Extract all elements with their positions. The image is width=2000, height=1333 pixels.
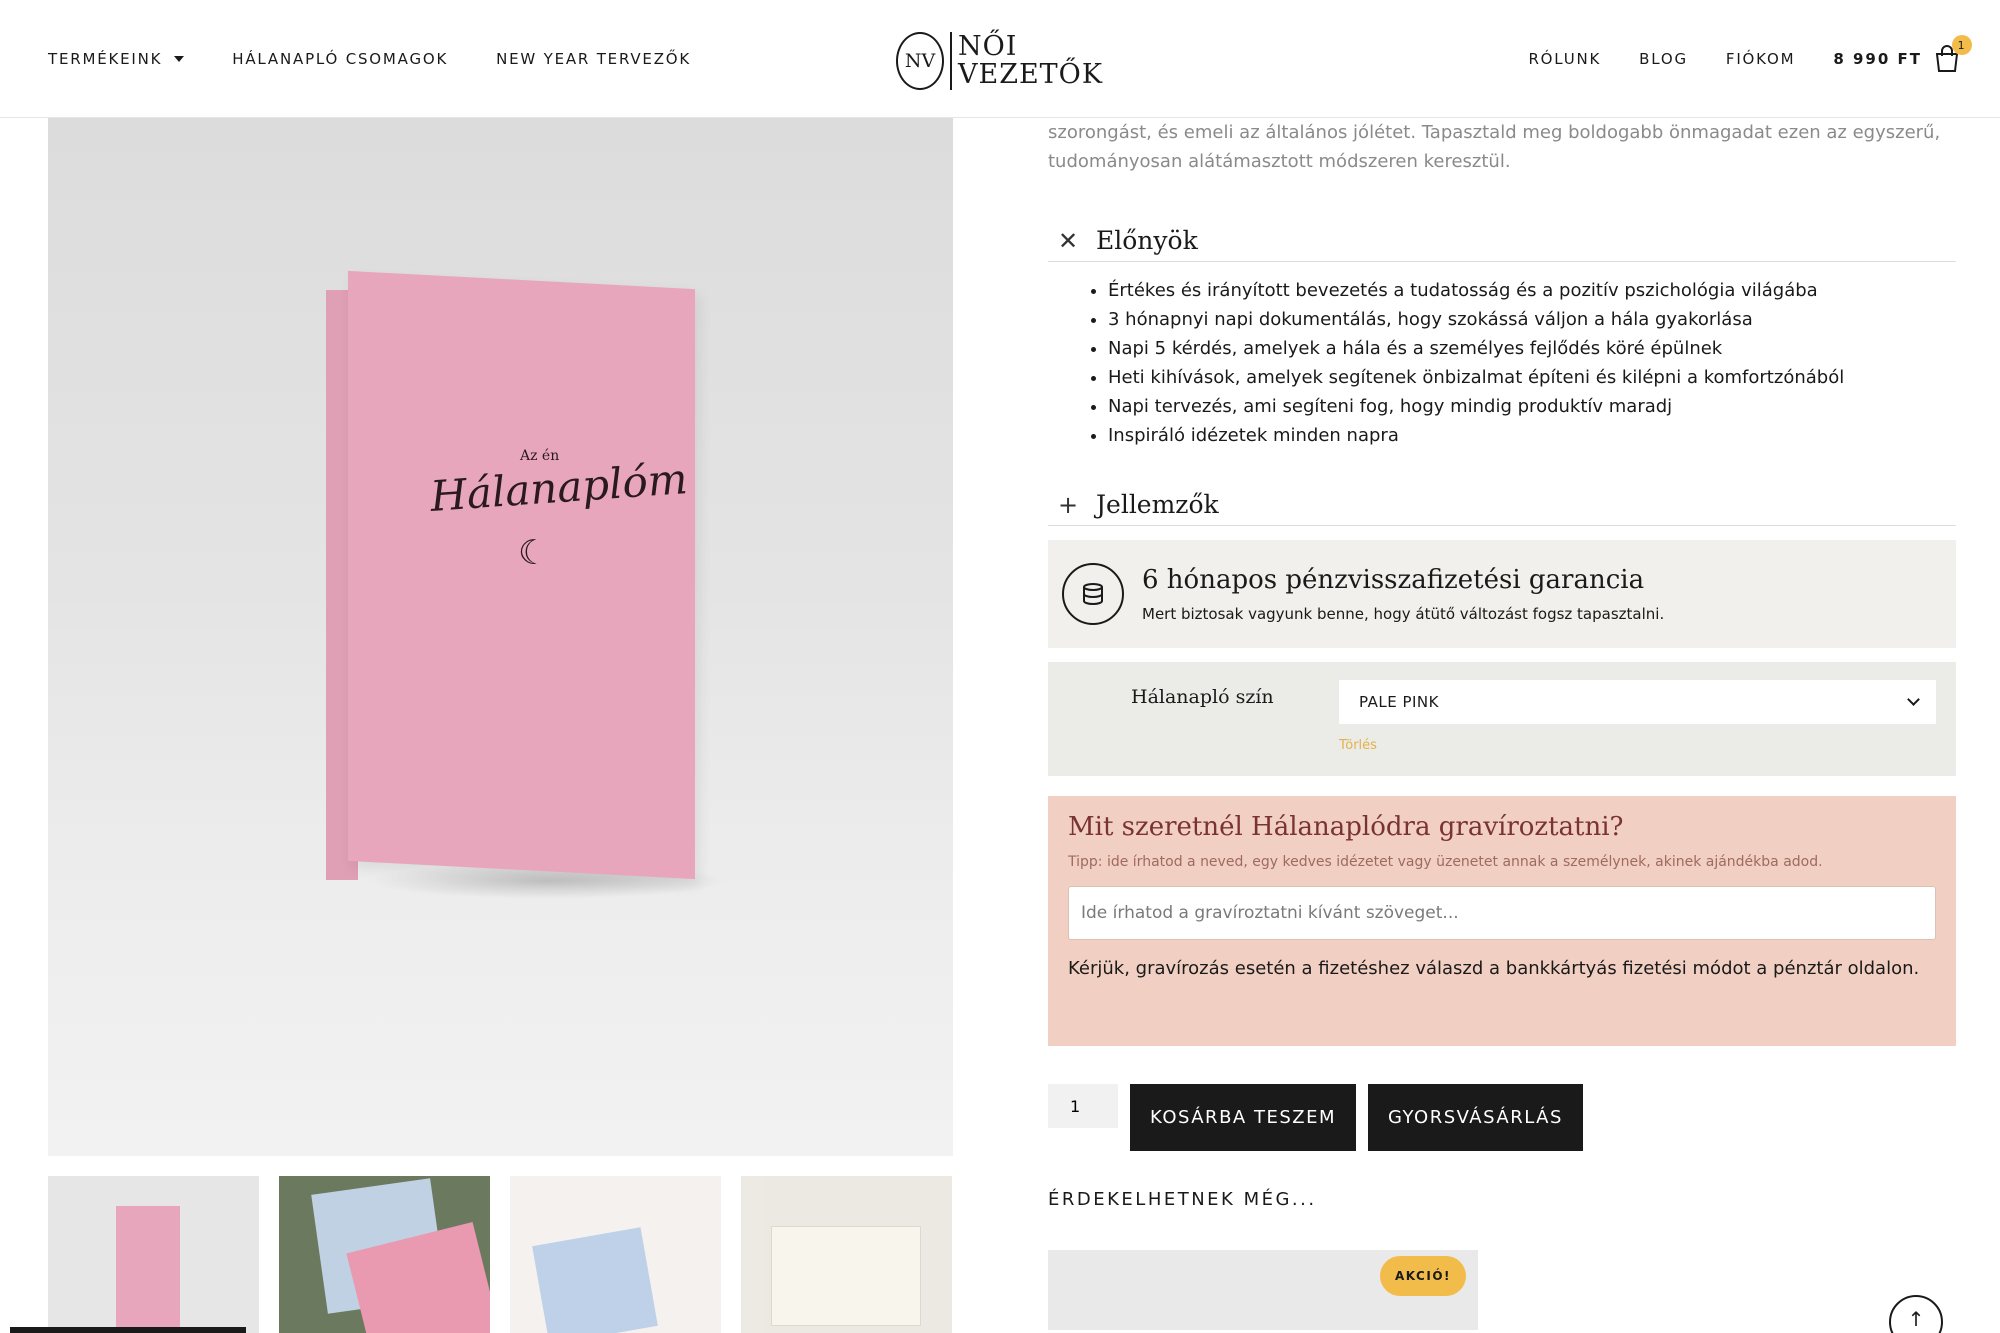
site-header: TERMÉKEINK HÁLANAPLÓ CSOMAGOK NEW YEAR T… [0,0,2000,118]
nav-item-label: HÁLANAPLÓ CSOMAGOK [232,50,449,68]
thumbnail-book [771,1226,921,1326]
logo-monogram: NV [896,32,944,90]
add-to-cart-button[interactable]: KOSÁRBA TESZEM [1130,1084,1356,1151]
book-cover-small-text: Az én [520,448,560,464]
gallery-progress-bar [10,1327,246,1333]
main-nav-right: RÓLUNK BLOG FIÓKOM 8 990 FT 1 [1528,0,1972,118]
product-main-image[interactable]: Az én Hálanaplóm ☾ [48,118,953,1156]
list-item: Inspiráló idézetek minden napra [1108,421,1956,450]
nav-item-bundles[interactable]: HÁLANAPLÓ CSOMAGOK [232,50,448,68]
accordion-benefits[interactable]: ✕ Előnyök [1048,220,1956,262]
nav-item-label: RÓLUNK [1528,50,1602,68]
nav-item-blog[interactable]: BLOG [1639,50,1688,68]
cart-count-badge: 1 [1952,35,1972,55]
chevron-down-icon [1907,693,1920,706]
accordion-title: Előnyök [1096,226,1198,255]
related-products-heading: ÉRDEKELHETNEK MÉG... [1048,1189,1317,1210]
sale-badge: AKCIÓ! [1380,1256,1466,1296]
thumbnail-2[interactable] [279,1176,490,1333]
shopping-bag-icon: 1 [1934,35,1972,73]
color-select[interactable]: PALE PINK [1339,680,1936,724]
list-item: Értékes és irányított bevezetés a tudato… [1108,276,1956,305]
engraving-input[interactable] [1068,886,1936,940]
caret-down-icon [174,56,185,62]
nav-item-label: TERMÉKEINK [48,50,163,68]
list-item: Napi tervezés, ami segíteni fog, hogy mi… [1108,392,1956,421]
logo-wordmark: NŐI VEZETŐK [958,33,1103,89]
cart-total: 8 990 FT [1833,50,1922,68]
logo-line-2: VEZETŐK [958,59,1103,90]
product-details: szorongást, és emeli az általános jóléte… [1048,118,1956,1330]
logo-divider [950,32,952,90]
guarantee-text: 6 hónapos pénzvisszafizetési garancia Me… [1142,565,1664,623]
close-icon: ✕ [1058,226,1079,255]
engraving-box: Mit szeretnél Hálanaplódra gravíroztatni… [1048,796,1956,1046]
moon-icon: ☾ [518,533,549,573]
nav-item-label: NEW YEAR TERVEZŐK [496,50,692,68]
nav-item-account[interactable]: FIÓKOM [1726,50,1795,68]
quantity-input[interactable] [1048,1084,1118,1128]
thumbnail-1[interactable] [48,1176,259,1333]
guarantee-subtitle: Mert biztosak vagyunk benne, hogy átütő … [1142,605,1665,623]
color-select-value: PALE PINK [1359,693,1439,711]
quick-buy-button[interactable]: GYORSVÁSÁRLÁS [1367,1084,1583,1151]
list-item: Heti kihívások, amelyek segítenek önbiza… [1108,363,1956,392]
cart-button[interactable]: 8 990 FT 1 [1833,35,1972,73]
engraving-note: Kérjük, gravírozás esetén a fizetéshez v… [1068,958,1920,979]
benefits-list: Értékes és irányított bevezetés a tudato… [1048,276,1956,450]
list-item: 3 hónapnyi napi dokumentálás, hogy szoká… [1108,305,1956,334]
variant-label: Hálanapló szín [1131,686,1274,708]
coin-return-icon [1062,563,1124,625]
guarantee-title: 6 hónapos pénzvisszafizetési garancia [1142,565,1645,595]
variant-selector: Hálanapló szín PALE PINK Törlés [1048,662,1956,776]
plus-icon: + [1058,490,1079,519]
arrow-up-icon: ↑ [1907,1307,1925,1331]
thumbnail-3[interactable] [510,1176,721,1333]
related-product-card[interactable]: AKCIÓ! [1048,1250,1478,1330]
list-item: Napi 5 kérdés, amelyek a hála és a szemé… [1108,334,1956,363]
site-logo[interactable]: NV NŐI VEZETŐK [896,30,1106,92]
nav-item-label: FIÓKOM [1725,50,1796,68]
nav-item-products[interactable]: TERMÉKEINK [48,50,185,68]
main-nav-left: TERMÉKEINK HÁLANAPLÓ CSOMAGOK NEW YEAR T… [48,0,691,118]
logo-line-1: NŐI [958,31,1018,62]
accordion-title: Jellemzők [1096,490,1219,519]
engraving-title: Mit szeretnél Hálanaplódra gravíroztatni… [1068,812,1624,842]
nav-item-new-year-planners[interactable]: NEW YEAR TERVEZŐK [496,50,691,68]
guarantee-box: 6 hónapos pénzvisszafizetési garancia Me… [1048,540,1956,648]
thumbnail-book [532,1227,658,1333]
engraving-tip: Tipp: ide írhatod a neved, egy kedves id… [1068,854,1823,870]
thumbnail-book [116,1206,180,1333]
thumbnail-strip [48,1176,953,1333]
nav-item-label: BLOG [1639,50,1688,68]
clear-selection-link[interactable]: Törlés [1339,738,1377,753]
product-intro-text: szorongást, és emeli az általános jóléte… [1048,122,1941,172]
accordion-features[interactable]: + Jellemzők [1048,484,1956,526]
thumbnail-4[interactable] [741,1176,952,1333]
purchase-row: KOSÁRBA TESZEM GYORSVÁSÁRLÁS [1048,1084,1956,1151]
book-cover [348,270,695,880]
nav-item-about[interactable]: RÓLUNK [1528,50,1601,68]
